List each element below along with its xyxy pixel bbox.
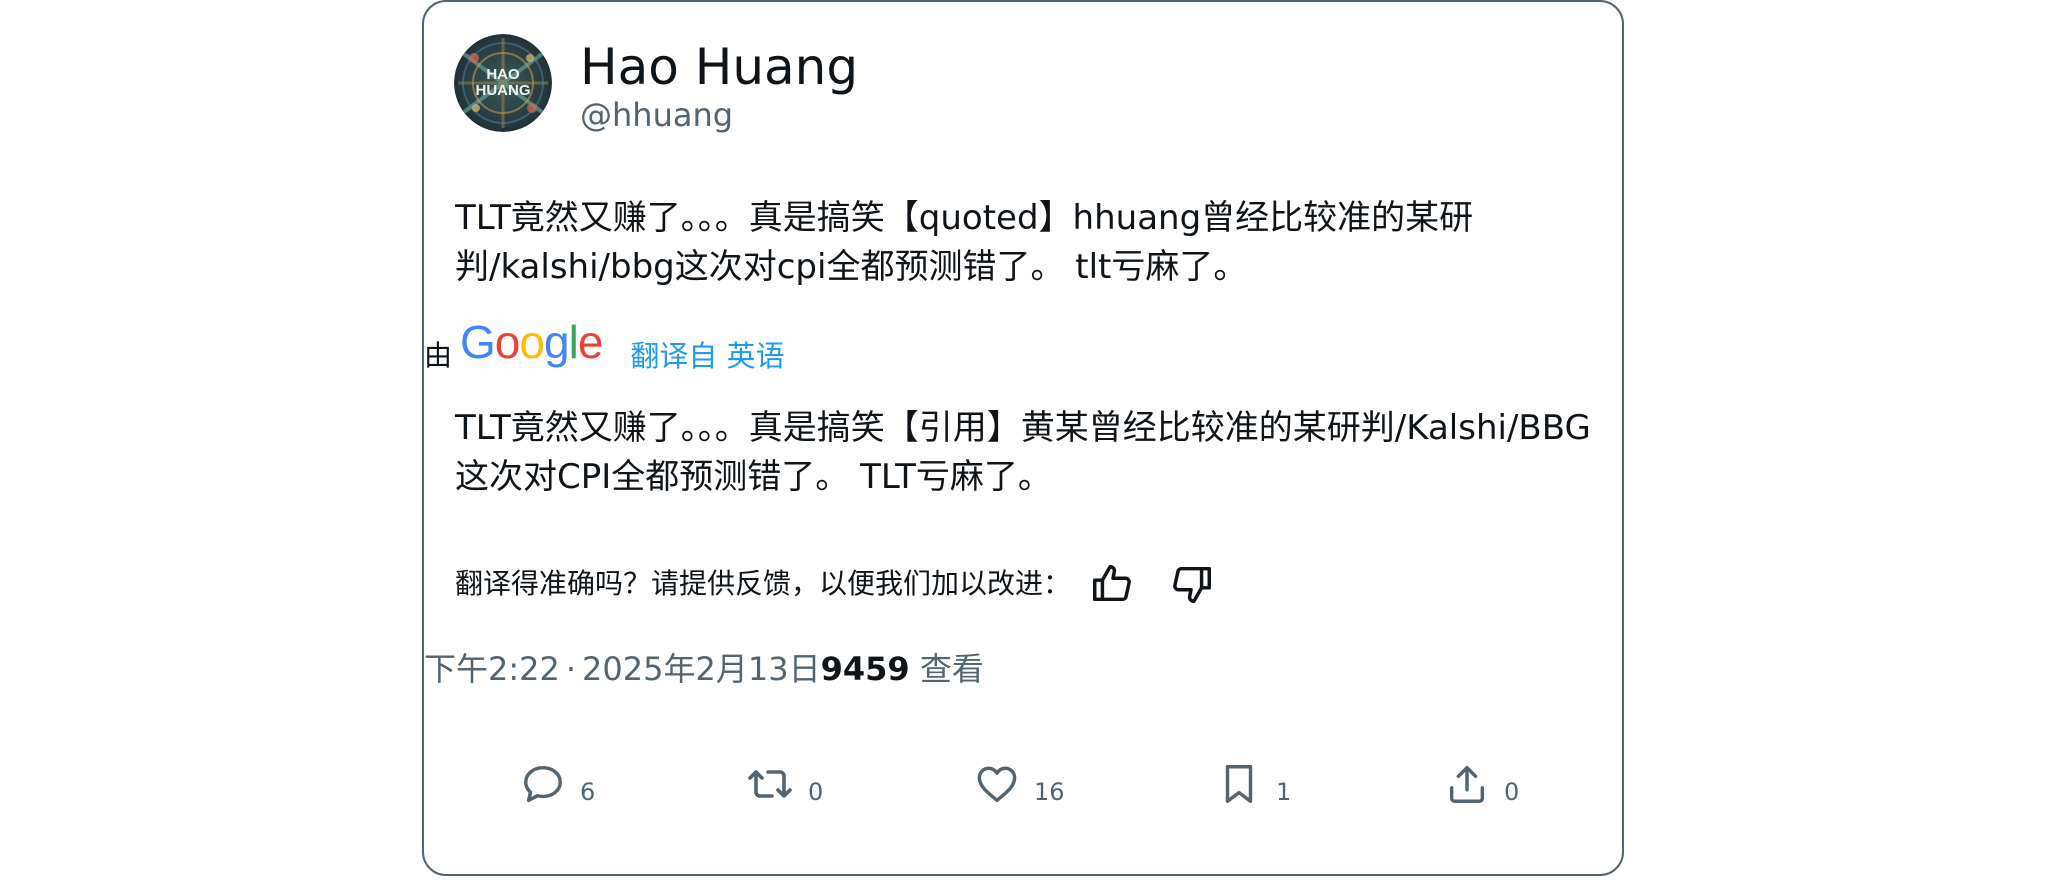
heart-icon — [977, 766, 1017, 803]
bookmark-button[interactable]: 1 — [1216, 752, 1291, 816]
retweet-button[interactable]: 0 — [746, 752, 823, 816]
share-count: 0 — [1504, 778, 1520, 806]
user-handle[interactable]: @hhuang — [580, 95, 733, 135]
tweet-text: TLT竟然又赚了。。。真是搞笑【quoted】hhuang曾经比较准的某研判/k… — [455, 198, 1474, 287]
svg-text:HAO: HAO — [486, 66, 520, 83]
reply-button[interactable]: 6 — [520, 752, 595, 816]
thumbs-down-button[interactable] — [1163, 556, 1221, 612]
tweet-meta: 下午2:22 · 2025年2月13日9459 查看 — [424, 648, 984, 690]
translated-by-label: 由 — [424, 339, 453, 372]
translation-attribution: 由 Google 翻译自 英语 — [424, 314, 785, 374]
action-bar: 6 0 16 1 0 — [424, 752, 1622, 816]
meta-separator: · — [565, 650, 577, 688]
translation-feedback: 翻译得准确吗？请提供反馈，以便我们加以改进： — [455, 556, 1221, 612]
avatar[interactable]: HAO HUANG — [454, 34, 552, 132]
like-button[interactable]: 16 — [974, 752, 1065, 816]
speech-bubble-icon — [524, 765, 562, 803]
thumbs-up-button[interactable] — [1083, 556, 1141, 612]
retweet-icon — [748, 770, 792, 798]
tweet-date[interactable]: 2025年2月13日 — [582, 650, 821, 688]
translated-from-link[interactable]: 翻译自 英语 — [630, 338, 784, 374]
share-upload-icon — [1449, 765, 1485, 803]
svg-text:HUANG: HUANG — [476, 82, 531, 99]
feedback-question: 翻译得准确吗？请提供反馈，以便我们加以改进： — [455, 567, 1072, 600]
tweet-card: HAO HUANG Hao Huang @hhuang TLT竟然又赚了。。。真… — [422, 0, 1624, 876]
avatar-image: HAO HUANG — [454, 34, 552, 132]
display-name[interactable]: Hao Huang — [580, 36, 858, 98]
translated-text: TLT竟然又赚了。。。真是搞笑【引用】黄某曾经比较准的某研判/Kalshi/BB… — [455, 408, 1591, 497]
tweet-time[interactable]: 下午2:22 — [424, 650, 560, 688]
thumbs-up-icon — [1093, 565, 1131, 602]
reply-count: 6 — [580, 778, 596, 806]
retweet-count: 0 — [808, 778, 824, 806]
views-label: 查看 — [909, 650, 984, 688]
like-count: 16 — [1034, 778, 1065, 806]
share-button[interactable]: 0 — [1444, 752, 1519, 816]
bookmark-icon — [1225, 765, 1253, 803]
views-count: 9459 — [820, 650, 910, 688]
bookmark-count: 1 — [1276, 778, 1292, 806]
google-logo: Google — [460, 316, 603, 368]
thumbs-down-icon — [1173, 566, 1211, 603]
